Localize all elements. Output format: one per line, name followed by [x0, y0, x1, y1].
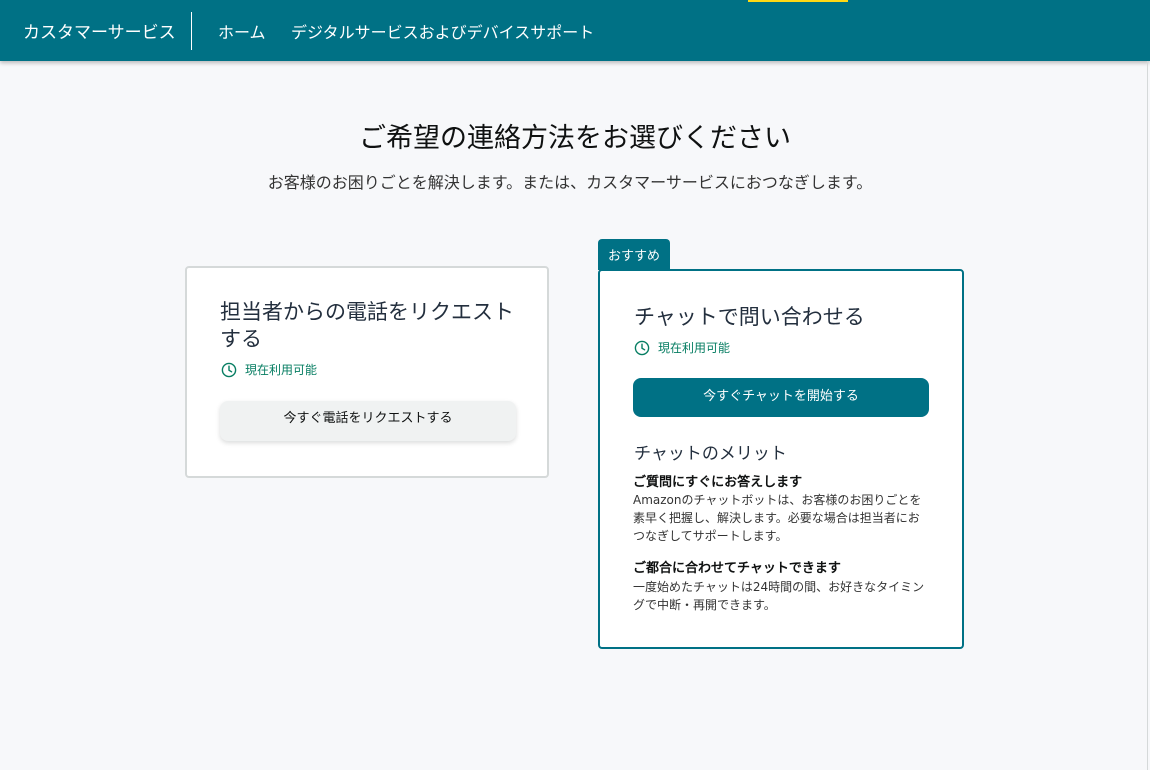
- chat-availability-status: 現在利用可能: [634, 339, 730, 356]
- chat-benefits-heading: チャットのメリット: [634, 444, 787, 464]
- start-chat-button[interactable]: 今すぐチャットを開始する: [633, 378, 929, 417]
- phone-card-title: 担当者からの電話をリクエストする: [220, 300, 514, 351]
- top-header: カスタマーサービス ホーム デジタルサービスおよびデバイスサポート: [0, 0, 1150, 61]
- recommended-badge: おすすめ: [598, 239, 670, 270]
- benefit-text: 一度始めたチャットは24時間の間、お好きなタイミングで中断・再開できます。: [633, 580, 925, 612]
- clock-icon: [221, 362, 237, 377]
- benefit-title: ご都合に合わせてチャットできます: [633, 561, 841, 576]
- benefit-text: Amazonのチャットボットは、お客様のお困りごとを素早く把握し、解決します。必…: [633, 493, 922, 543]
- request-call-button[interactable]: 今すぐ電話をリクエストする: [220, 401, 516, 441]
- phone-availability-status: 現在利用可能: [221, 361, 317, 378]
- chat-card: チャットで問い合わせる 現在利用可能 今すぐチャットを開始する チャットのメリッ…: [598, 269, 964, 649]
- nav-digital-support-link[interactable]: デジタルサービスおよびデバイスサポート: [291, 19, 594, 43]
- clock-icon: [634, 340, 650, 355]
- page-title: ご希望の連絡方法をお選びください: [359, 123, 791, 154]
- header-divider: [191, 12, 192, 50]
- chat-card-title: チャットで問い合わせる: [634, 305, 865, 329]
- page-subtitle: お客様のお困りごとを解決します。または、カスタマーサービスにおつなぎします。: [267, 173, 873, 192]
- phone-status-label: 現在利用可能: [245, 363, 318, 377]
- phone-request-card: 担当者からの電話をリクエストする 現在利用可能 今すぐ電話をリクエストする: [185, 266, 549, 478]
- benefit-title: ご質問にすぐにお答えします: [633, 475, 803, 490]
- brand-title[interactable]: カスタマーサービス: [23, 18, 176, 43]
- scrollbar-edge: [1147, 61, 1148, 770]
- header-accent-strip: [748, 0, 848, 2]
- chat-status-label: 現在利用可能: [658, 341, 731, 355]
- nav-home-link[interactable]: ホーム: [218, 19, 266, 43]
